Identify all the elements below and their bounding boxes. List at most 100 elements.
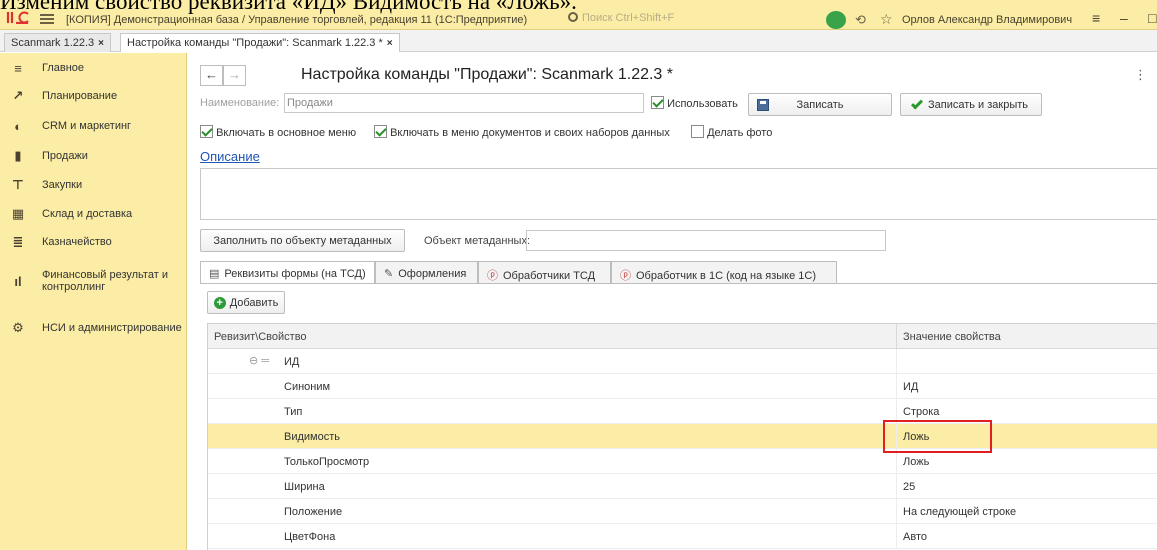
name-field[interactable] <box>284 93 644 113</box>
sidebar-item-label: Планирование <box>42 90 118 102</box>
page-title: Настройка команды "Продажи": Scanmark 1.… <box>301 66 673 83</box>
tab-scanmark[interactable]: Scanmark 1.22.3 × <box>4 33 111 52</box>
property-value[interactable]: На следующей строке <box>903 506 1016 518</box>
fill-by-metadata-button[interactable]: Заполнить по объекту метаданных <box>200 229 405 252</box>
maximize-icon[interactable]: □ <box>1148 10 1156 26</box>
property-value[interactable]: 25 <box>903 481 915 493</box>
sidebar-item-purchases[interactable]: ⊤ Закупки <box>0 172 187 198</box>
more-actions-icon[interactable]: ⋮ <box>1134 67 1147 83</box>
menu-icon: ≡ <box>14 60 22 76</box>
tab-1c-handler[interactable]: ⓟ Обработчик в 1С (код на языке 1С) <box>611 261 837 284</box>
document-caption: Изменим свойство реквизита «ИД» Видимост… <box>0 0 577 14</box>
sidebar-item-finance[interactable]: ıl Финансовый результат и контроллинг <box>0 264 187 298</box>
sidebar-item-sales[interactable]: ▮ Продажи <box>0 143 187 169</box>
property-key: Положение <box>284 506 343 518</box>
highlight-annotation <box>883 420 992 453</box>
close-icon[interactable]: × <box>98 38 104 49</box>
add-button[interactable]: + Добавить <box>207 291 285 314</box>
take-photo-checkbox[interactable]: Делать фото <box>691 125 772 139</box>
notifications-icon[interactable] <box>826 11 846 29</box>
column-divider <box>896 474 897 499</box>
save-button[interactable]: Записать <box>748 93 892 116</box>
table-row[interactable]: Синоним ИД <box>208 374 1157 399</box>
gear-icon: ⚙ <box>12 320 24 335</box>
warehouse-icon: ▦ <box>11 206 25 221</box>
description-link[interactable]: Описание <box>200 149 260 164</box>
table-row[interactable]: Ширина 25 <box>208 474 1157 499</box>
table-row[interactable]: ТолькоПросмотр Ложь <box>208 449 1157 474</box>
property-key: Синоним <box>284 381 331 393</box>
table-row-group[interactable]: ⊖ ═ ИД <box>208 349 1157 374</box>
property-key: Видимость <box>284 431 340 443</box>
checkbox-checked-icon <box>200 125 213 138</box>
table-row[interactable]: ЦветФона Авто <box>208 524 1157 549</box>
table-row[interactable]: Положение На следующей строке <box>208 499 1157 524</box>
sidebar-item-label: Закупки <box>42 179 83 191</box>
include-doc-menu-checkbox[interactable]: Включать в меню документов и своих набор… <box>374 125 670 139</box>
form-area: ← → Настройка команды "Продажи": Scanmar… <box>188 53 1157 550</box>
column-divider <box>896 499 897 524</box>
metadata-object-field[interactable] <box>526 230 886 251</box>
back-arrow-icon[interactable]: ← <box>200 65 223 86</box>
history-icon[interactable]: ⟲ <box>855 12 866 28</box>
properties-table[interactable]: Ревизит\Свойство Значение свойства ⊖ ═ И… <box>207 323 1157 550</box>
column-divider <box>896 349 897 374</box>
tab-tsd-handlers[interactable]: ⓟ Обработчики ТСД <box>478 261 611 284</box>
sidebar-item-label: Продажи <box>42 150 88 162</box>
take-photo-label: Делать фото <box>707 127 773 139</box>
treasury-icon: ≣ <box>12 234 24 249</box>
sidebar-item-label: НСИ и администрирование <box>42 322 182 334</box>
brush-icon: ✎ <box>384 268 394 280</box>
fill-label: Заполнить по объекту метаданных <box>213 234 392 247</box>
close-icon[interactable]: × <box>387 38 393 49</box>
forward-arrow-icon[interactable]: → <box>223 65 246 86</box>
sidebar-item-label: Финансовый результат и контроллинг <box>42 269 168 293</box>
column-divider <box>896 374 897 399</box>
sidebar-item-label: CRM и маркетинг <box>42 120 132 132</box>
property-key: ТолькоПросмотр <box>284 456 370 468</box>
sidebar-item-admin[interactable]: ⚙ НСИ и администрирование <box>0 311 187 345</box>
property-value[interactable]: Авто <box>903 531 927 543</box>
property-key: Тип <box>284 406 303 418</box>
table-row[interactable]: Тип Строка <box>208 399 1157 424</box>
save-label: Записать <box>796 98 844 111</box>
property-value[interactable]: Ложь <box>903 456 929 468</box>
collapse-icon[interactable]: ⊖ ═ <box>249 354 269 367</box>
sidebar-item-label: Казначейство <box>42 236 112 248</box>
property-value[interactable]: Строка <box>903 406 939 418</box>
crm-icon: ◐ <box>14 118 22 134</box>
property-value[interactable]: ИД <box>903 381 918 393</box>
sidebar-item-planning[interactable]: ↗ Планирование <box>0 83 187 109</box>
settings-menu-icon[interactable]: ≡ <box>1092 10 1100 26</box>
sidebar-item-label: Главное <box>42 62 85 74</box>
column-header-value[interactable]: Значение свойства <box>903 331 1001 343</box>
current-user[interactable]: Орлов Александр Владимирович <box>902 14 1072 26</box>
save-disk-icon <box>757 99 769 111</box>
tab-appearance[interactable]: ✎ Оформления <box>375 261 478 284</box>
sidebar-item-crm[interactable]: ◐ CRM и маркетинг <box>0 113 187 139</box>
chart-icon: ↗ <box>12 88 24 103</box>
metadata-object-label: Объект метаданных: <box>424 235 531 247</box>
favorites-star-icon[interactable]: ☆ <box>880 11 893 28</box>
use-checkbox[interactable]: Использовать <box>651 96 738 110</box>
use-label: Использовать <box>667 98 738 110</box>
search-input[interactable]: Поиск Ctrl+Shift+F <box>568 12 788 28</box>
minimize-icon[interactable]: – <box>1120 10 1128 26</box>
column-divider <box>896 324 897 349</box>
sidebar: ≡ Главное ↗ Планирование ◐ CRM и маркети… <box>0 53 187 550</box>
sidebar-item-treasury[interactable]: ≣ Казначейство <box>0 229 187 255</box>
save-and-close-button[interactable]: Записать и закрыть <box>900 93 1042 116</box>
handler-icon: ⓟ <box>487 270 498 282</box>
column-header-property[interactable]: Ревизит\Свойство <box>214 331 307 343</box>
tab-label: Обработчик в 1С (код на языке 1С) <box>636 270 817 282</box>
main-menu-icon[interactable] <box>40 14 54 24</box>
property-key: Ширина <box>284 481 325 493</box>
handler-icon: ⓟ <box>620 270 631 282</box>
tab-form-attributes[interactable]: ▤ Реквизиты формы (на ТСД) <box>200 261 375 284</box>
sidebar-item-warehouse[interactable]: ▦ Склад и доставка <box>0 201 187 227</box>
description-textarea[interactable] <box>200 168 1157 220</box>
sidebar-item-main[interactable]: ≡ Главное <box>0 55 187 81</box>
include-main-menu-checkbox[interactable]: Включать в основное меню <box>200 125 356 139</box>
tab-command-settings[interactable]: Настройка команды "Продажи": Scanmark 1.… <box>120 33 400 52</box>
table-row-selected[interactable]: Видимость Ложь <box>208 424 1157 449</box>
